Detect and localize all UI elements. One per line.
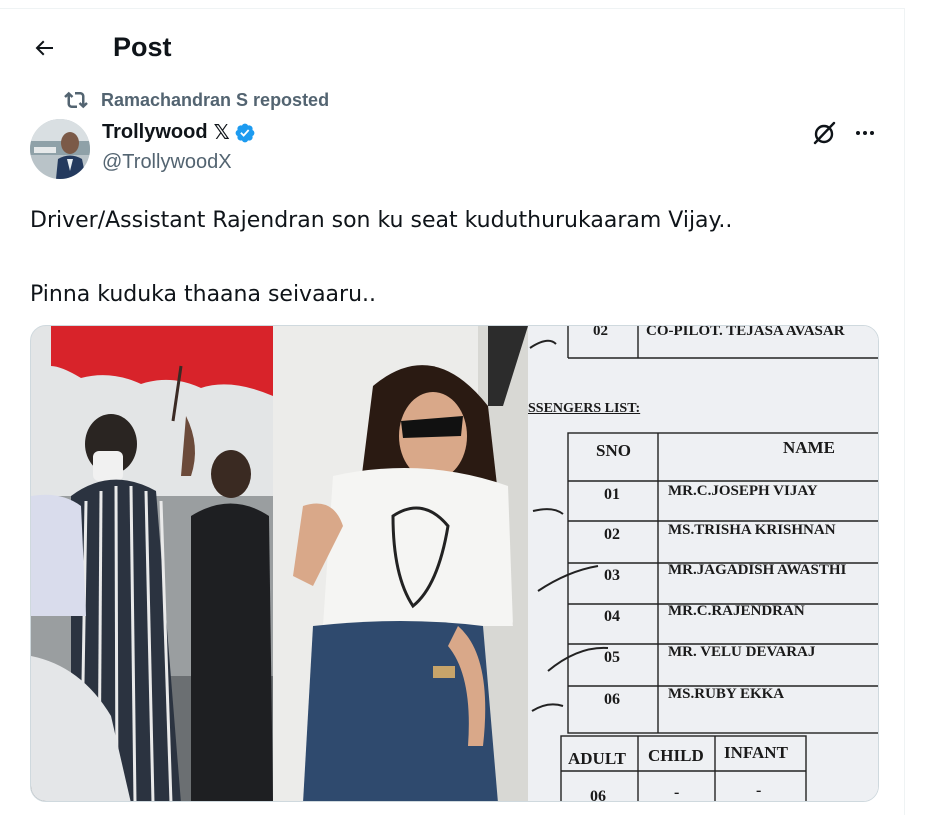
doc-summary-adult-value: 06 xyxy=(590,788,606,802)
doc-row-sno: 01 xyxy=(604,486,620,503)
doc-col-sno: SNO xyxy=(596,441,631,460)
grok-button[interactable] xyxy=(810,118,840,148)
post-header: Post xyxy=(0,20,904,76)
doc-row-sno: 04 xyxy=(604,608,620,625)
back-button[interactable] xyxy=(24,28,64,68)
post-page: Post Ramachandran S reposted Trollywood … xyxy=(0,0,941,815)
doc-summary-child: CHILD xyxy=(648,746,704,765)
doc-row-sno: 03 xyxy=(604,567,620,584)
doc-row-name: MR.C.RAJENDRAN xyxy=(668,603,805,619)
top-divider xyxy=(0,8,905,9)
doc-row-name: MR. VELU DEVARAJ xyxy=(668,644,816,660)
author-name[interactable]: Trollywood 𝕏 xyxy=(102,120,256,145)
tweet-text: Driver/Assistant Rajendran son ku seat k… xyxy=(30,208,733,307)
grok-icon xyxy=(813,121,836,145)
column-divider xyxy=(904,8,905,815)
doc-prev-row-text: CO-PILOT. TEJASA AVASAR xyxy=(646,326,845,339)
doc-row-name: MR.C.JOSEPH VIJAY xyxy=(668,483,818,499)
doc-prev-row-no: 02 xyxy=(593,326,608,339)
doc-summary-infant: INFANT xyxy=(724,743,788,762)
doc-summary-adult: ADULT xyxy=(568,749,626,768)
media-photo-woman xyxy=(273,326,528,801)
doc-col-name: NAME xyxy=(783,438,835,457)
doc-summary-infant-value: - xyxy=(756,782,762,799)
media-photo-umbrella xyxy=(31,326,273,801)
repost-label: Ramachandran S reposted xyxy=(101,89,330,110)
doc-row-sno: 06 xyxy=(604,691,620,708)
doc-row-name: MS.RUBY EKKA xyxy=(668,686,785,702)
repost-context[interactable]: Ramachandran S reposted xyxy=(64,88,329,112)
doc-row-sno: 02 xyxy=(604,526,620,543)
repost-icon xyxy=(64,88,88,112)
doc-row-sno: 05 xyxy=(604,649,620,666)
author-handle[interactable]: @TrollywoodX xyxy=(102,151,232,174)
author-display-name: Trollywood xyxy=(102,121,208,143)
avatar[interactable] xyxy=(30,119,90,179)
doc-row-name: MR.JAGADISH AWASTHI xyxy=(668,562,847,578)
doc-row-name: MS.TRISHA KRISHNAN xyxy=(668,522,836,538)
arrow-left-icon xyxy=(35,40,53,56)
verified-badge-icon xyxy=(234,122,256,144)
x-logo-badge: 𝕏 xyxy=(213,122,230,144)
doc-list-title: SSENGERS LIST: xyxy=(528,401,641,416)
doc-summary-child-value: - xyxy=(674,784,680,801)
more-dots-icon xyxy=(856,131,874,135)
more-options-button[interactable] xyxy=(850,118,880,148)
page-title: Post xyxy=(113,32,172,62)
media-photo-document: 02 CO-PILOT. TEJASA AVASAR SSENGERS LIST… xyxy=(528,326,878,802)
tweet-media[interactable]: 02 CO-PILOT. TEJASA AVASAR SSENGERS LIST… xyxy=(30,325,879,802)
